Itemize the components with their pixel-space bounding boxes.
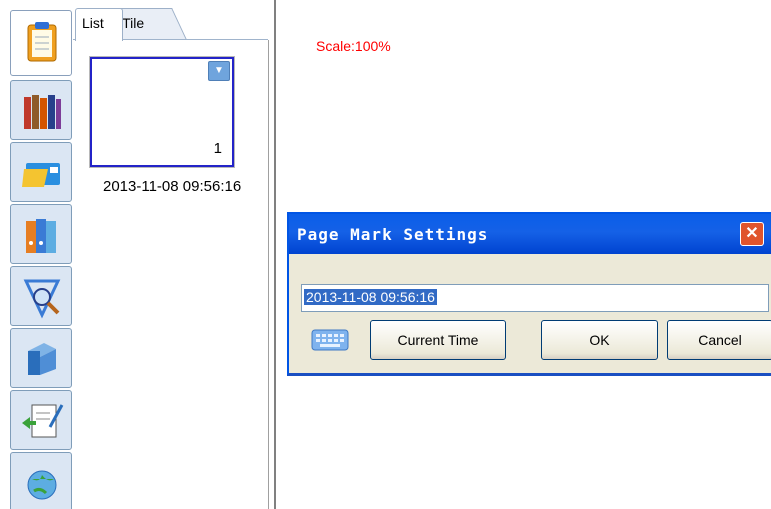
panel-border [268,40,269,509]
thumbnail-panel: Tile List ▼ 1 2013-11-08 09:56:16 [73,0,276,509]
file-cabinet-icon [28,343,56,375]
folder-icon [22,163,60,187]
left-toolbar [0,0,75,509]
page-mark-input-value: 2013-11-08 09:56:16 [304,289,437,305]
binders-icon [26,219,56,253]
tab-list[interactable]: List [75,8,123,41]
library-button[interactable] [10,80,72,140]
globe-icon [27,470,57,500]
search-button[interactable] [10,266,72,326]
dialog-title: Page Mark Settings [297,225,489,244]
tab-list-label: List [82,15,104,31]
clipboard-icon [27,22,57,62]
clipboard-button[interactable] [10,10,72,76]
cancel-button[interactable]: Cancel [667,320,771,360]
edit-document-icon [22,404,64,438]
books-icon [24,95,61,129]
search-icon [23,279,61,319]
page-mark-settings-dialog: Page Mark Settings ✕ 2013-11-08 09:56:16… [287,212,771,376]
binders-button[interactable] [10,204,72,264]
thumbnail-date: 2013-11-08 09:56:16 [103,178,242,195]
close-button[interactable]: ✕ [740,222,764,246]
keyboard-icon[interactable] [311,329,349,351]
ok-button[interactable]: OK [541,320,658,360]
thumbnail-page-number: 1 [213,140,222,157]
view-tabs: Tile List [73,8,273,41]
scale-label: Scale:100% [316,38,391,54]
globe-button[interactable] [10,452,72,509]
thumbnail-dropdown-button[interactable]: ▼ [208,61,230,81]
dialog-title-bar[interactable]: Page Mark Settings ✕ [289,214,771,254]
folder-button[interactable] [10,142,72,202]
tab-tile-label: Tile [122,15,145,31]
edit-document-button[interactable] [10,390,72,450]
page-thumbnail[interactable]: ▼ 1 [90,57,234,167]
file-cabinet-button[interactable] [10,328,72,388]
current-time-button[interactable]: Current Time [370,320,506,360]
page-mark-input[interactable]: 2013-11-08 09:56:16 [301,284,769,312]
